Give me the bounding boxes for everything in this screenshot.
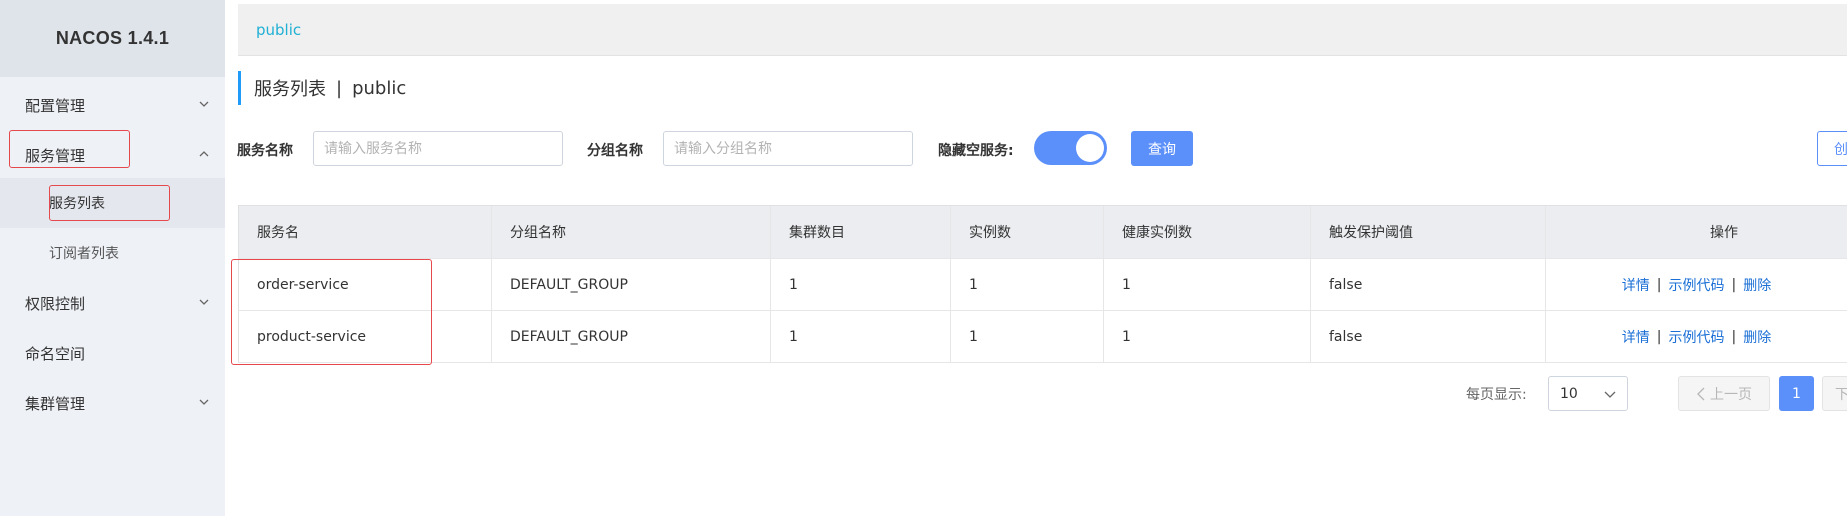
column-header-instance-count: 实例数 [950, 206, 1103, 258]
cell-instance-count: 1 [950, 311, 1103, 362]
sidebar-item-access-control[interactable]: 权限控制 [0, 278, 225, 328]
action-separator: | [1656, 328, 1662, 345]
page-title-text: 服务列表 [254, 79, 326, 100]
sidebar-item-label: 命名空间 [25, 344, 86, 363]
sidebar-item-namespace[interactable]: 命名空间 [0, 328, 225, 378]
column-header-healthy-instance-count: 健康实例数 [1103, 206, 1310, 258]
page-title: 服务列表 | public [238, 71, 406, 105]
prev-page-label: 上一页 [1710, 386, 1752, 403]
sidebar-item-subscriber-list[interactable]: 订阅者列表 [0, 228, 225, 278]
next-page-button[interactable]: 下一 [1822, 376, 1847, 411]
page-title-namespace: public [352, 77, 407, 99]
column-header-protect-threshold: 触发保护阈值 [1310, 206, 1545, 258]
chevron-left-icon [1696, 387, 1706, 401]
column-header-group-name: 分组名称 [491, 206, 770, 258]
cell-cluster-count: 1 [770, 259, 950, 310]
cell-actions: 详情 | 示例代码 | 删除 [1545, 311, 1847, 362]
page-number-current[interactable]: 1 [1779, 376, 1814, 411]
breadcrumb-namespace[interactable]: public [256, 21, 301, 39]
sidebar-item-label: 服务列表 [49, 196, 105, 212]
table-row: order-service DEFAULT_GROUP 1 1 1 false … [238, 259, 1847, 311]
app-logo: NACOS 1.4.1 [0, 0, 225, 77]
page-size-value: 10 [1560, 385, 1578, 402]
delete-link[interactable]: 删除 [1743, 327, 1771, 347]
page-size-select[interactable]: 10 [1548, 376, 1628, 411]
table-row: product-service DEFAULT_GROUP 1 1 1 fals… [238, 311, 1847, 363]
column-header-service-name: 服务名 [238, 206, 491, 258]
sidebar-item-service-list[interactable]: 服务列表 [0, 178, 225, 228]
action-separator: | [1731, 328, 1737, 345]
group-name-input[interactable] [663, 131, 913, 166]
sidebar-item-label: 服务管理 [25, 146, 86, 165]
toggle-knob [1076, 134, 1104, 162]
detail-link[interactable]: 详情 [1622, 275, 1650, 295]
action-separator: | [1656, 276, 1662, 293]
sidebar-item-service-management[interactable]: 服务管理 [0, 130, 225, 180]
sidebar-item-label: 权限控制 [25, 294, 86, 313]
sidebar-item-label: 集群管理 [25, 394, 86, 413]
cell-group-name: DEFAULT_GROUP [491, 259, 770, 310]
service-name-input[interactable] [313, 131, 563, 166]
cell-service-name: order-service [238, 259, 491, 310]
cell-group-name: DEFAULT_GROUP [491, 311, 770, 362]
main-content: public 服务列表 | public 服务名称 分组名称 隐藏空服务: 查询… [225, 0, 1847, 516]
cell-protect-threshold: false [1310, 259, 1545, 310]
chevron-down-icon [197, 295, 211, 309]
breadcrumb: public [238, 4, 1847, 56]
cell-cluster-count: 1 [770, 311, 950, 362]
hide-empty-services-toggle[interactable] [1034, 131, 1107, 165]
table-header-row: 服务名 分组名称 集群数目 实例数 健康实例数 触发保护阈值 操作 [238, 205, 1847, 259]
cell-service-name: product-service [238, 311, 491, 362]
sample-code-link[interactable]: 示例代码 [1669, 275, 1725, 295]
hide-empty-services-label: 隐藏空服务: [938, 143, 1014, 159]
prev-page-button[interactable]: 上一页 [1678, 376, 1770, 411]
sidebar: NACOS 1.4.1 配置管理 服务管理 服务列表 订阅者列表 权限控制 命名… [0, 0, 225, 516]
detail-link[interactable]: 详情 [1622, 327, 1650, 347]
service-name-label: 服务名称 [237, 143, 293, 159]
chevron-down-icon [1603, 387, 1617, 405]
sidebar-item-label: 订阅者列表 [49, 246, 119, 262]
cell-actions: 详情 | 示例代码 | 删除 [1545, 259, 1847, 310]
chevron-down-icon [197, 395, 211, 409]
cell-protect-threshold: false [1310, 311, 1545, 362]
sample-code-link[interactable]: 示例代码 [1669, 327, 1725, 347]
column-header-actions: 操作 [1545, 206, 1847, 258]
sidebar-item-config-management[interactable]: 配置管理 [0, 80, 225, 130]
group-name-label: 分组名称 [587, 143, 643, 159]
action-separator: | [1731, 276, 1737, 293]
sidebar-item-cluster-management[interactable]: 集群管理 [0, 378, 225, 428]
cell-healthy-count: 1 [1103, 311, 1310, 362]
query-button[interactable]: 查询 [1131, 131, 1193, 166]
cell-healthy-count: 1 [1103, 259, 1310, 310]
column-header-cluster-count: 集群数目 [770, 206, 950, 258]
chevron-down-icon [197, 97, 211, 111]
service-table: 服务名 分组名称 集群数目 实例数 健康实例数 触发保护阈值 操作 order-… [238, 205, 1847, 363]
create-service-button[interactable]: 创 [1817, 131, 1847, 166]
page-size-label: 每页显示: [1466, 387, 1527, 403]
cell-instance-count: 1 [950, 259, 1103, 310]
sidebar-item-label: 配置管理 [25, 96, 86, 115]
chevron-up-icon [197, 147, 211, 161]
page-title-separator: | [336, 77, 343, 99]
delete-link[interactable]: 删除 [1743, 275, 1771, 295]
